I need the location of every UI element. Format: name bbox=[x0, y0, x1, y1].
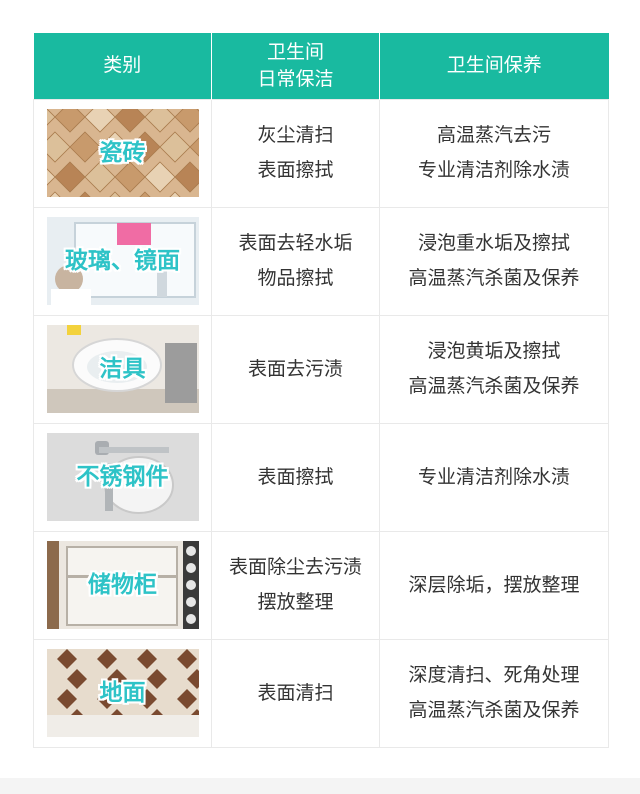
daily-cleaning-text: 表面去污渍 bbox=[247, 357, 343, 380]
category-cell: 不锈钢件 bbox=[33, 422, 212, 532]
daily-cleaning-text: 摆放整理 bbox=[257, 591, 334, 613]
daily-cleaning-cell: 表面去轻水垢 物品擦拭 bbox=[211, 206, 380, 316]
header-daily-line-1: 卫生间 bbox=[266, 40, 324, 63]
header-maintenance-text: 卫生间保养 bbox=[446, 54, 542, 77]
maintenance-cell: 浸泡黄垢及擦拭 高温蒸汽杀菌及保养 bbox=[379, 314, 609, 424]
glass-mirror-photo: 玻璃、镜面 bbox=[46, 217, 199, 305]
header-maintenance: 卫生间保养 bbox=[379, 33, 609, 99]
maintenance-text: 高温蒸汽杀菌及保养 bbox=[408, 699, 580, 721]
daily-cleaning-text: 表面清扫 bbox=[257, 681, 334, 704]
daily-cleaning-text: 表面去轻水垢 bbox=[238, 232, 353, 254]
category-label: 瓷砖 bbox=[99, 140, 146, 166]
header-daily: 卫生间 日常保洁 bbox=[211, 33, 380, 99]
maintenance-cell: 专业清洁剂除水渍 bbox=[379, 422, 609, 532]
care-table: 类别 卫生间 日常保洁 卫生间保养 瓷砖 灰尘清扫 表面擦拭 高温蒸汽去污 专业清洁剂除… bbox=[33, 33, 609, 748]
table-row: 储物柜 表面除尘去污渍 摆放整理 深层除垢，摆放整理 bbox=[33, 530, 609, 640]
maintenance-text: 深层除垢，摆放整理 bbox=[408, 573, 580, 596]
header-row: 类别 卫生间 日常保洁 卫生间保养 bbox=[33, 33, 609, 99]
header-daily-line-2: 日常保洁 bbox=[257, 67, 334, 90]
header-category: 类别 bbox=[33, 33, 212, 99]
maintenance-cell: 深层除垢，摆放整理 bbox=[379, 530, 609, 640]
category-label: 玻璃、镜面 bbox=[65, 248, 180, 274]
maintenance-text: 专业清洁剂除水渍 bbox=[417, 465, 570, 488]
table-body: 瓷砖 灰尘清扫 表面擦拭 高温蒸汽去污 专业清洁剂除水渍 玻璃、镜面 表面去轻水垢 物品擦拭浸… bbox=[33, 98, 609, 748]
category-label: 洁具 bbox=[99, 356, 146, 382]
category-label: 储物柜 bbox=[88, 572, 157, 598]
category-cell: 瓷砖 bbox=[33, 98, 212, 208]
cabinet-photo: 储物柜 bbox=[46, 541, 199, 629]
maintenance-text: 浸泡黄垢及擦拭 bbox=[427, 340, 561, 362]
table-row: 玻璃、镜面 表面去轻水垢 物品擦拭 浸泡重水垢及擦拭 高温蒸汽杀菌及保养 bbox=[33, 206, 609, 316]
category-cell: 玻璃、镜面 bbox=[33, 206, 212, 316]
daily-cleaning-text: 表面擦拭 bbox=[257, 159, 334, 181]
table-row: 地面 表面清扫 深度清扫、死角处理 高温蒸汽杀菌及保养 bbox=[33, 638, 609, 748]
daily-cleaning-cell: 灰尘清扫 表面擦拭 bbox=[211, 98, 380, 208]
floor-photo: 地面 bbox=[46, 649, 199, 737]
daily-cleaning-cell: 表面清扫 bbox=[211, 638, 380, 748]
daily-cleaning-text: 灰尘清扫 bbox=[257, 124, 334, 146]
category-cell: 地面 bbox=[33, 638, 212, 748]
maintenance-text: 专业清洁剂除水渍 bbox=[417, 159, 570, 181]
category-label: 不锈钢件 bbox=[76, 464, 169, 490]
maintenance-cell: 浸泡重水垢及擦拭 高温蒸汽杀菌及保养 bbox=[379, 206, 609, 316]
tile-photo: 瓷砖 bbox=[46, 109, 199, 197]
header-category-text: 类别 bbox=[103, 54, 142, 77]
category-cell: 储物柜 bbox=[33, 530, 212, 640]
category-label: 地面 bbox=[99, 680, 146, 706]
daily-cleaning-cell: 表面去污渍 bbox=[211, 314, 380, 424]
bottom-bar bbox=[0, 778, 640, 794]
maintenance-text: 高温蒸汽杀菌及保养 bbox=[408, 375, 580, 397]
table-row: 洁具 表面去污渍 浸泡黄垢及擦拭 高温蒸汽杀菌及保养 bbox=[33, 314, 609, 424]
daily-cleaning-text: 物品擦拭 bbox=[257, 267, 334, 289]
maintenance-text: 浸泡重水垢及擦拭 bbox=[417, 232, 570, 254]
daily-cleaning-cell: 表面除尘去污渍 摆放整理 bbox=[211, 530, 380, 640]
category-cell: 洁具 bbox=[33, 314, 212, 424]
maintenance-cell: 高温蒸汽去污 专业清洁剂除水渍 bbox=[379, 98, 609, 208]
maintenance-text: 高温蒸汽去污 bbox=[436, 124, 551, 146]
steel-fitting-photo: 不锈钢件 bbox=[46, 433, 199, 521]
daily-cleaning-text: 表面擦拭 bbox=[257, 465, 334, 488]
maintenance-text: 高温蒸汽杀菌及保养 bbox=[408, 267, 580, 289]
page: 类别 卫生间 日常保洁 卫生间保养 瓷砖 灰尘清扫 表面擦拭 高温蒸汽去污 专业清洁剂除… bbox=[0, 0, 640, 794]
table-row: 不锈钢件 表面擦拭 专业清洁剂除水渍 bbox=[33, 422, 609, 532]
maintenance-cell: 深度清扫、死角处理 高温蒸汽杀菌及保养 bbox=[379, 638, 609, 748]
toilet-photo: 洁具 bbox=[46, 325, 199, 413]
daily-cleaning-cell: 表面擦拭 bbox=[211, 422, 380, 532]
table-row: 瓷砖 灰尘清扫 表面擦拭 高温蒸汽去污 专业清洁剂除水渍 bbox=[33, 98, 609, 208]
maintenance-text: 深度清扫、死角处理 bbox=[408, 664, 580, 686]
daily-cleaning-text: 表面除尘去污渍 bbox=[228, 556, 362, 578]
